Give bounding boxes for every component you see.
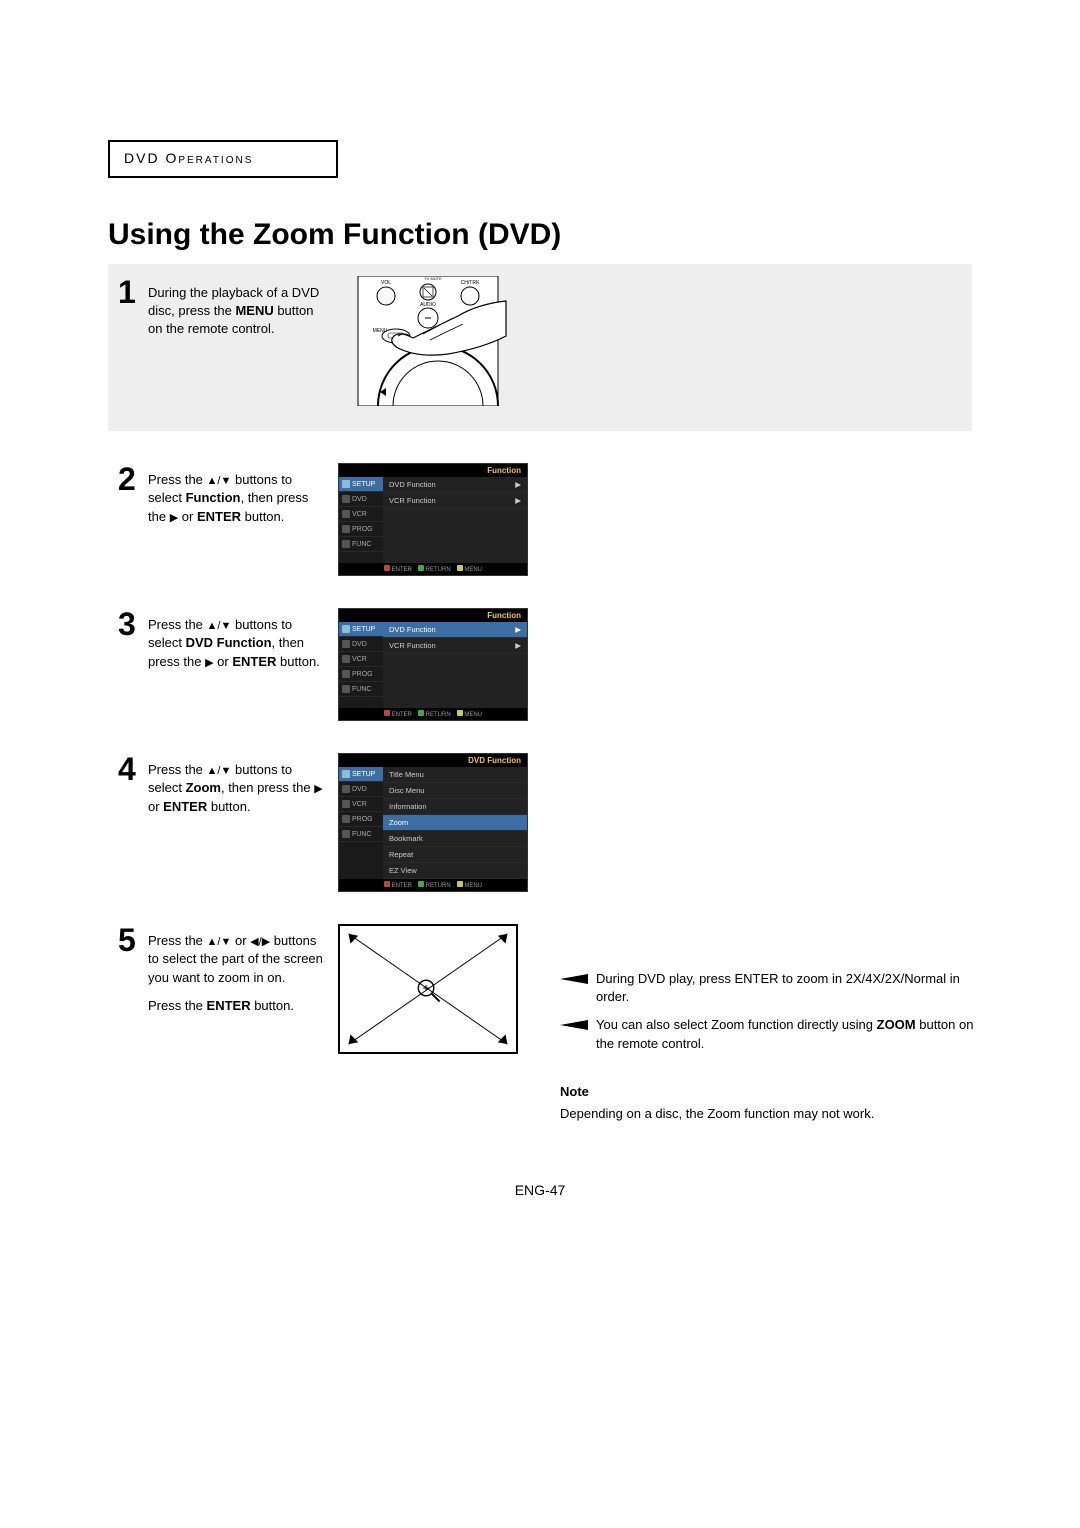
section-label-box: DVD Operations — [108, 140, 338, 178]
steps-list: 1 During the playback of a DVD disc, pre… — [108, 264, 972, 1074]
osd-side-dvd: DVD — [339, 492, 383, 507]
step-number: 2 — [118, 463, 148, 495]
step-2: 2 Press the ▲/▼ buttons to select Functi… — [108, 451, 972, 596]
zoom-figure — [338, 924, 528, 1054]
note-bullet: During DVD play, press ENTER to zoom in … — [560, 970, 980, 1006]
osd-side-vcr: VCR — [339, 797, 383, 812]
step-text: Press the ▲/▼ or ◀/▶ buttons to select t… — [148, 924, 338, 1015]
left-pointer-icon — [560, 1020, 588, 1030]
step-text: Press the ▲/▼ buttons to select Function… — [148, 463, 338, 526]
osd-side-setup: SETUP — [339, 477, 383, 492]
osd-main: DVD Function▶ VCR Function▶ — [383, 477, 527, 563]
right-icon: ▶ — [170, 511, 178, 526]
step-number: 3 — [118, 608, 148, 640]
manual-page: DVD Operations Using the Zoom Function (… — [0, 0, 1080, 1528]
osd-menu: Function SETUP DVD VCR PROG FUNC DVD Fun… — [338, 608, 528, 721]
osd-header: Function — [339, 609, 527, 622]
osd-header: Function — [339, 464, 527, 477]
osd-sidebar: SETUP DVD VCR PROG FUNC — [339, 767, 383, 879]
osd-side-setup: SETUP — [339, 767, 383, 782]
osd-side-prog: PROG — [339, 812, 383, 827]
right-icon: ▶ — [314, 782, 322, 797]
osd-footer: ENTER RETURN MENU — [339, 708, 527, 720]
section-label: DVD Operations — [124, 150, 253, 166]
osd-side-setup: SETUP — [339, 622, 383, 637]
osd-item: DVD Function▶ — [383, 477, 527, 493]
page-title: Using the Zoom Function (DVD) — [108, 218, 972, 252]
osd-footer: ENTER RETURN MENU — [339, 563, 527, 575]
remote-figure: VOL TV MUTE CH/TRK AUDIO MENU — [338, 276, 528, 411]
osd-side-vcr: VCR — [339, 652, 383, 667]
osd-item: EZ View — [383, 863, 527, 879]
svg-text:CH/TRK: CH/TRK — [461, 280, 480, 286]
osd-side-func: FUNC — [339, 682, 383, 697]
side-notes: During DVD play, press ENTER to zoom in … — [560, 970, 980, 1123]
osd-item: DVD Function▶ — [383, 622, 527, 638]
remote-illustration: VOL TV MUTE CH/TRK AUDIO MENU — [338, 276, 518, 406]
left-right-icon: ◀/▶ — [250, 935, 270, 950]
right-icon: ▶ — [205, 656, 213, 671]
left-pointer-icon — [560, 974, 588, 984]
svg-text:TV MUTE: TV MUTE — [424, 276, 442, 281]
osd-side-vcr: VCR — [339, 507, 383, 522]
osd-main: DVD Function▶ VCR Function▶ — [383, 622, 527, 708]
svg-text:AUDIO: AUDIO — [420, 302, 436, 308]
step-4: 4 Press the ▲/▼ buttons to select Zoom, … — [108, 741, 972, 912]
up-down-icon: ▲/▼ — [207, 764, 232, 779]
step-text: Press the ▲/▼ buttons to select Zoom, th… — [148, 753, 338, 816]
osd-item: Zoom — [383, 815, 527, 831]
osd-sidebar: SETUP DVD VCR PROG FUNC — [339, 622, 383, 708]
osd-figure: Function SETUP DVD VCR PROG FUNC DVD Fun… — [338, 463, 528, 576]
zoom-diagram — [338, 924, 518, 1054]
osd-side-dvd: DVD — [339, 782, 383, 797]
osd-item: VCR Function▶ — [383, 493, 527, 509]
svg-text:VOL: VOL — [381, 280, 391, 286]
up-down-icon: ▲/▼ — [207, 935, 232, 950]
osd-side-func: FUNC — [339, 537, 383, 552]
osd-menu: Function SETUP DVD VCR PROG FUNC DVD Fun… — [338, 463, 528, 576]
osd-item: Title Menu — [383, 767, 527, 783]
osd-item: Repeat — [383, 847, 527, 863]
osd-menu: DVD Function SETUP DVD VCR PROG FUNC Tit… — [338, 753, 528, 892]
osd-header: DVD Function — [339, 754, 527, 767]
osd-sidebar: SETUP DVD VCR PROG FUNC — [339, 477, 383, 563]
osd-item: Disc Menu — [383, 783, 527, 799]
osd-side-prog: PROG — [339, 522, 383, 537]
osd-item: Bookmark — [383, 831, 527, 847]
osd-figure: DVD Function SETUP DVD VCR PROG FUNC Tit… — [338, 753, 528, 892]
step-number: 1 — [118, 276, 148, 308]
up-down-icon: ▲/▼ — [207, 619, 232, 634]
note-heading: Note — [560, 1083, 980, 1101]
note-bullet: You can also select Zoom function direct… — [560, 1016, 980, 1052]
step-number: 4 — [118, 753, 148, 785]
step-3: 3 Press the ▲/▼ buttons to select DVD Fu… — [108, 596, 972, 741]
note-body: Depending on a disc, the Zoom function m… — [560, 1105, 980, 1123]
up-down-icon: ▲/▼ — [207, 474, 232, 489]
step-1: 1 During the playback of a DVD disc, pre… — [108, 264, 972, 431]
svg-text:MENU: MENU — [373, 328, 388, 334]
osd-side-dvd: DVD — [339, 637, 383, 652]
step-text: Press the ▲/▼ buttons to select DVD Func… — [148, 608, 338, 671]
page-number: ENG-47 — [0, 1182, 1080, 1198]
osd-item: Information — [383, 799, 527, 815]
osd-side-prog: PROG — [339, 667, 383, 682]
osd-main: Title Menu Disc Menu Information Zoom Bo… — [383, 767, 527, 879]
osd-footer: ENTER RETURN MENU — [339, 879, 527, 891]
osd-item: VCR Function▶ — [383, 638, 527, 654]
osd-figure: Function SETUP DVD VCR PROG FUNC DVD Fun… — [338, 608, 528, 721]
osd-side-func: FUNC — [339, 827, 383, 842]
step-text: During the playback of a DVD disc, press… — [148, 276, 338, 339]
step-number: 5 — [118, 924, 148, 956]
